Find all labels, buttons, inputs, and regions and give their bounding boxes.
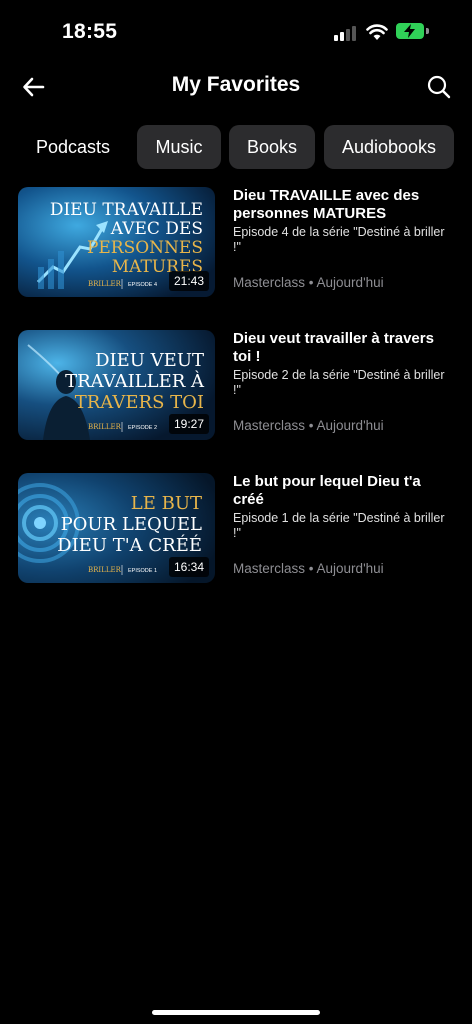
channel-name: Masterclass	[233, 275, 306, 290]
duration-badge: 21:43	[168, 271, 209, 291]
list-item[interactable]: DIEU TRAVAILLE AVEC DES PERSONNES MATURE…	[18, 187, 458, 299]
episode-date: Aujourd'hui	[316, 561, 384, 576]
thumb-line-2: AVEC DES	[110, 219, 203, 239]
duration-badge: 19:27	[168, 414, 209, 434]
episode-thumbnail[interactable]: DIEU VEUT TRAVAILLER À TRAVERS TOI BRILL…	[18, 330, 215, 440]
meta-separator: •	[308, 561, 314, 576]
channel-name: Masterclass	[233, 418, 306, 433]
battery-cap	[426, 28, 429, 34]
channel-name: Masterclass	[233, 561, 306, 576]
episode-title[interactable]: Dieu TRAVAILLE avec des personnes MATURE…	[233, 187, 453, 223]
status-time: 18:55	[62, 20, 118, 43]
home-indicator[interactable]	[152, 1010, 320, 1015]
duration-badge: 16:34	[168, 557, 209, 577]
thumb-line-1: LE BUT	[131, 493, 202, 514]
thumb-episode: EPISODE 4	[128, 282, 157, 288]
list-item[interactable]: LE BUT POUR LEQUEL DIEU T'A CRÉÉ BRILLER…	[18, 473, 458, 585]
episode-description: Episode 1 de la série "Destiné à briller…	[233, 511, 445, 540]
thumb-brand: BRILLER	[88, 566, 122, 574]
thumb-episode: EPISODE 2	[128, 425, 157, 431]
meta-separator: •	[308, 418, 314, 433]
episode-date: Aujourd'hui	[316, 275, 384, 290]
thumb-line-3: DIEU T'A CRÉÉ	[57, 533, 202, 556]
tab-music[interactable]: Music	[137, 125, 221, 169]
search-icon[interactable]	[425, 73, 453, 101]
thumb-line-3: PERSONNES	[87, 238, 203, 258]
episode-info: Le but pour lequel Dieu t'a créé Episode…	[233, 473, 453, 541]
thumb-line-3: TRAVERS TOI	[75, 392, 204, 413]
episode-meta: Masterclass • Aujourd'hui	[233, 561, 384, 576]
episode-thumbnail[interactable]: LE BUT POUR LEQUEL DIEU T'A CRÉÉ BRILLER…	[18, 473, 215, 583]
episode-thumbnail[interactable]: DIEU TRAVAILLE AVEC DES PERSONNES MATURE…	[18, 187, 215, 297]
episode-meta: Masterclass • Aujourd'hui	[233, 275, 384, 290]
thumb-brand: BRILLER	[88, 423, 122, 431]
cellular-signal-icon	[334, 25, 360, 41]
episode-description: Episode 2 de la série "Destiné à briller…	[233, 368, 445, 397]
episode-info: Dieu TRAVAILLE avec des personnes MATURE…	[233, 187, 453, 255]
episode-title[interactable]: Dieu veut travailler à travers toi !	[233, 330, 453, 366]
battery-charging-icon	[396, 23, 424, 39]
page-title: My Favorites	[171, 73, 301, 96]
tab-podcasts[interactable]: Podcasts	[18, 125, 128, 169]
episode-description: Episode 4 de la série "Destiné à briller…	[233, 225, 445, 254]
episode-info: Dieu veut travailler à travers toi ! Epi…	[233, 330, 453, 398]
tab-books[interactable]: Books	[229, 125, 315, 169]
wifi-icon	[366, 24, 388, 40]
thumb-line-1: DIEU TRAVAILLE	[50, 200, 203, 220]
status-bar: 18:55	[0, 0, 472, 62]
episode-title[interactable]: Le but pour lequel Dieu t'a créé	[233, 473, 453, 509]
episode-meta: Masterclass • Aujourd'hui	[233, 418, 384, 433]
list-item[interactable]: DIEU VEUT TRAVAILLER À TRAVERS TOI BRILL…	[18, 330, 458, 442]
thumb-brand: BRILLER	[88, 280, 122, 288]
meta-separator: •	[308, 275, 314, 290]
header: My Favorites	[0, 64, 472, 110]
episode-date: Aujourd'hui	[316, 418, 384, 433]
thumb-episode: EPISODE 1	[128, 568, 157, 574]
category-tabs: Podcasts Music Books Audiobooks	[18, 125, 472, 169]
tab-audiobooks[interactable]: Audiobooks	[324, 125, 454, 169]
thumb-line-2: TRAVAILLER À	[65, 369, 205, 392]
thumb-line-1: DIEU VEUT	[95, 350, 204, 371]
thumb-line-2: POUR LEQUEL	[61, 514, 202, 535]
